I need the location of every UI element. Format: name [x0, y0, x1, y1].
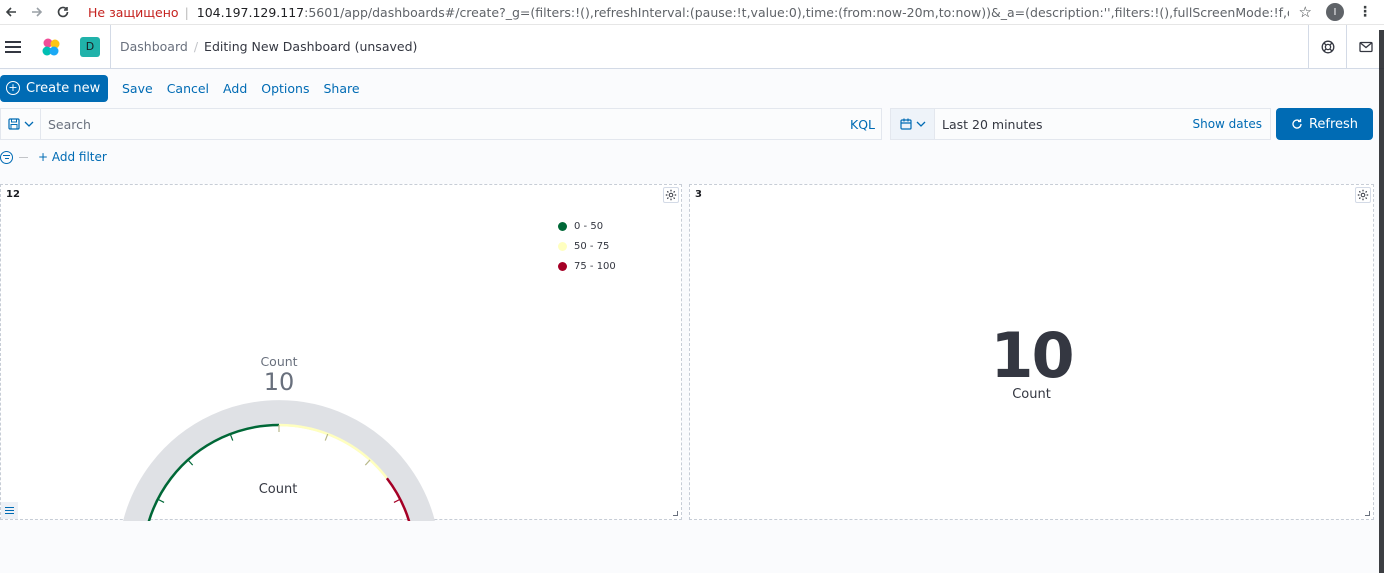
- bookmark-star-icon[interactable]: ☆: [1299, 3, 1312, 21]
- refresh-button[interactable]: Refresh: [1276, 108, 1373, 140]
- metric-value: 10: [990, 319, 1074, 392]
- legend-dot-yellow: [558, 241, 567, 251]
- space-avatar[interactable]: D: [80, 36, 100, 57]
- gauge-tick: [229, 433, 234, 441]
- gauge-metric-label: Count: [260, 354, 298, 369]
- chevron-down-icon: [24, 121, 33, 127]
- breadcrumb-separator: /: [193, 39, 199, 54]
- breadcrumb: Dashboard / Editing New Dashboard (unsav…: [120, 39, 417, 54]
- legend-label: 75 - 100: [574, 260, 616, 272]
- panel-title: 3: [695, 189, 702, 200]
- share-button[interactable]: Share: [323, 81, 359, 96]
- create-new-button[interactable]: + Create new: [0, 74, 108, 102]
- save-disk-icon: [7, 118, 20, 130]
- legend-item[interactable]: 50 - 75: [558, 236, 616, 256]
- metric-panel: 3 10 Count: [689, 184, 1374, 520]
- breadcrumb-current: Editing New Dashboard (unsaved): [204, 39, 418, 54]
- filter-bar: + Add filter: [0, 149, 107, 165]
- gauge-tick: [393, 498, 401, 503]
- address-bar[interactable]: Не защищено | 104.197.129.117 :5601/app/…: [82, 1, 1289, 23]
- url-path: :5601/app/dashboards#/create?_g=(filters…: [304, 4, 1288, 20]
- add-button[interactable]: Add: [223, 81, 247, 96]
- gauge-panel: 12 0 - 50 50 - 75 75 - 100 Count 10 Coun…: [0, 184, 682, 521]
- gauge-legend: 0 - 50 50 - 75 75 - 100: [558, 216, 616, 276]
- gauge-tick: [157, 498, 165, 503]
- chevron-down-icon: [916, 121, 925, 127]
- add-filter-button[interactable]: + Add filter: [38, 150, 107, 164]
- legend-label: 50 - 75: [574, 240, 610, 252]
- create-new-label: Create new: [26, 80, 101, 96]
- breadcrumb-dashboard[interactable]: Dashboard: [120, 39, 188, 54]
- menu-hamburger-icon[interactable]: [2, 40, 24, 53]
- options-button[interactable]: Options: [261, 81, 309, 96]
- back-arrow-icon[interactable]: [0, 1, 22, 23]
- panel-resize-handle[interactable]: [1365, 511, 1370, 516]
- kql-language-toggle[interactable]: KQL: [850, 117, 875, 132]
- legend-dot-green: [558, 221, 567, 231]
- saved-query-button[interactable]: [1, 109, 41, 139]
- cancel-button[interactable]: Cancel: [167, 81, 209, 96]
- query-bar: KQL Last 20 minutes Show dates Refresh: [0, 108, 1384, 141]
- filter-options-icon[interactable]: [0, 150, 13, 164]
- legend-item[interactable]: 75 - 100: [558, 256, 616, 276]
- legend-item[interactable]: 0 - 50: [558, 216, 616, 236]
- url-divider: |: [184, 4, 189, 20]
- time-picker: Last 20 minutes Show dates: [890, 108, 1271, 140]
- plus-circle-icon: +: [6, 81, 20, 95]
- reload-icon[interactable]: [52, 1, 74, 23]
- header-divider: [110, 24, 111, 69]
- save-button[interactable]: Save: [122, 81, 153, 96]
- window-edge: [1379, 30, 1384, 573]
- browser-toolbar: Не защищено | 104.197.129.117 :5601/app/…: [0, 0, 1384, 25]
- quick-menu-button[interactable]: [891, 109, 935, 139]
- legend-dot-red: [558, 261, 567, 271]
- security-status[interactable]: Не защищено: [88, 5, 179, 20]
- time-range-label[interactable]: Last 20 minutes: [935, 117, 1192, 132]
- profile-avatar[interactable]: I: [1326, 3, 1344, 21]
- gauge-tick: [324, 433, 329, 441]
- gauge-tick: [187, 459, 194, 466]
- show-dates-button[interactable]: Show dates: [1192, 117, 1262, 131]
- refresh-icon: [1292, 119, 1302, 129]
- search-input[interactable]: [41, 109, 850, 139]
- gauge-metric-value: 10: [263, 368, 295, 396]
- url-host: 104.197.129.117: [196, 4, 305, 20]
- legend-label: 0 - 50: [574, 220, 604, 232]
- filter-divider: [19, 156, 28, 158]
- refresh-label: Refresh: [1308, 116, 1359, 132]
- browser-menu-icon[interactable]: ⋮: [1358, 4, 1372, 20]
- panel-resize-handle[interactable]: [673, 511, 678, 516]
- help-lifebuoy-icon[interactable]: [1308, 25, 1346, 69]
- metric-label: Count: [1012, 387, 1051, 402]
- search-container: KQL: [0, 108, 882, 140]
- calendar-icon: [899, 118, 912, 130]
- app-header: D Dashboard / Editing New Dashboard (uns…: [0, 24, 1384, 69]
- gauge-tick: [364, 459, 371, 466]
- gauge-caption: Count: [258, 482, 298, 497]
- kibana-logo-icon[interactable]: [40, 36, 62, 58]
- legend-toggle-icon[interactable]: [1, 502, 18, 519]
- forward-arrow-icon[interactable]: [26, 1, 48, 23]
- dashboard-top-menu: + Create new Save Cancel Add Options Sha…: [0, 74, 360, 102]
- panel-options-gear-icon[interactable]: [1355, 187, 1371, 203]
